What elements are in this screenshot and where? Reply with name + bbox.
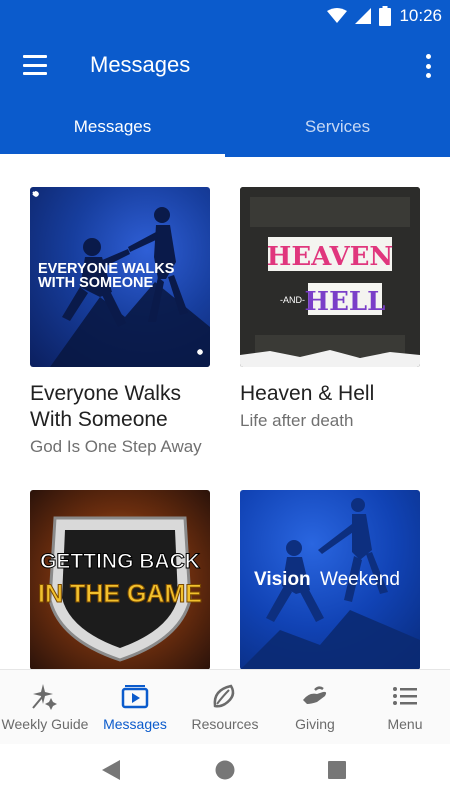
battery-icon: [379, 6, 392, 26]
back-icon[interactable]: [102, 760, 120, 780]
app-bar: Messages: [0, 33, 450, 97]
art-title-hell: HELL: [305, 287, 386, 317]
art-title-heaven: HEAVEN: [267, 242, 393, 272]
status-bar: 10:26: [0, 0, 450, 33]
play-icon: [120, 682, 150, 710]
series-artwork: HEAVEN -AND- HELL: [240, 187, 420, 367]
message-card[interactable]: HEAVEN -AND- HELL Heaven & Hell Life aft…: [240, 187, 422, 432]
tab-bar: Messages Services: [0, 97, 450, 157]
home-icon[interactable]: [215, 760, 235, 780]
message-subtitle: Life after death: [240, 411, 354, 430]
tab-services[interactable]: Services: [225, 97, 450, 157]
message-thumbnail[interactable]: Vision Weekend: [240, 490, 420, 669]
signal-icon: [355, 8, 372, 24]
message-card[interactable]: GETTING BACK IN THE GAME: [30, 490, 212, 669]
art-title-line2: WITH SOMEONE: [38, 275, 154, 291]
tab-services-label: Services: [304, 117, 371, 136]
tab-messages-label: Messages: [73, 117, 152, 136]
series-artwork: GETTING BACK IN THE GAME: [38, 516, 202, 662]
nav-giving[interactable]: Giving: [270, 670, 360, 745]
message-thumbnail[interactable]: GETTING BACK IN THE GAME: [30, 490, 210, 669]
tab-messages[interactable]: Messages: [0, 97, 225, 157]
series-artwork: Vision Weekend: [241, 498, 420, 669]
status-time: 10:26: [399, 6, 442, 25]
giving-hand-icon: [300, 682, 330, 710]
menu-list-icon: [390, 682, 420, 710]
overflow-menu-icon[interactable]: [420, 52, 436, 80]
nav-menu[interactable]: Menu: [360, 670, 450, 745]
sparkle-icon: [30, 682, 60, 710]
nav-label: Messages: [103, 716, 167, 732]
message-thumbnail[interactable]: HEAVEN -AND- HELL: [240, 187, 420, 367]
nav-resources[interactable]: Resources: [180, 670, 270, 745]
recents-icon[interactable]: [328, 761, 346, 779]
nav-label: Giving: [295, 716, 335, 732]
message-title: Heaven & Hell: [240, 382, 375, 405]
nav-messages[interactable]: Messages: [90, 670, 180, 745]
art-title-weekend: Weekend: [320, 569, 400, 590]
message-card[interactable]: EVERYONE WALKS WITH SOMEONE Everyone Wal…: [30, 187, 212, 458]
message-grid: EVERYONE WALKS WITH SOMEONE Everyone Wal…: [0, 157, 450, 669]
message-thumbnail[interactable]: EVERYONE WALKS WITH SOMEONE: [30, 187, 210, 367]
status-icons: 10:26: [327, 6, 442, 26]
nav-weekly-guide[interactable]: Weekly Guide: [0, 670, 90, 745]
art-title-and: -AND-: [280, 295, 305, 305]
message-subtitle: God Is One Step Away: [30, 437, 202, 456]
leaf-icon: [210, 682, 240, 710]
nav-label: Menu: [387, 716, 423, 732]
bottom-navigation: Weekly Guide Messages Resources Giving M…: [0, 669, 450, 744]
nav-label: Resources: [191, 716, 259, 732]
series-artwork: EVERYONE WALKS WITH SOMEONE: [32, 191, 210, 367]
hamburger-menu-icon[interactable]: [17, 51, 53, 79]
page-title: Messages: [90, 52, 191, 77]
art-title-line1: GETTING BACK: [40, 550, 200, 573]
nav-label: Weekly Guide: [1, 716, 89, 732]
system-navigation-bar: [0, 744, 450, 800]
art-title-line2: IN THE GAME: [38, 580, 202, 608]
message-card[interactable]: Vision Weekend: [240, 490, 422, 669]
message-title: Everyone Walks With Someone: [30, 382, 181, 431]
wifi-icon: [327, 8, 348, 23]
art-title-vision: Vision: [254, 569, 311, 590]
